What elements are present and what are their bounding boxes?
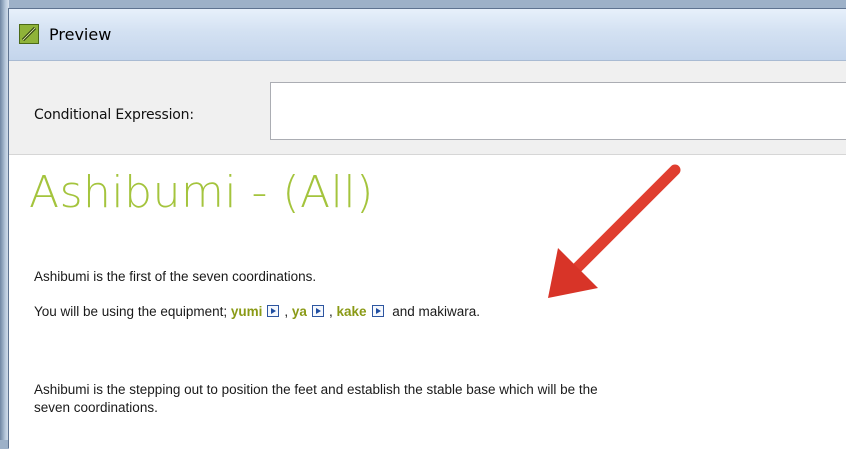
paragraph-stepping-line1: Ashibumi is the stepping out to position… — [34, 382, 598, 397]
play-icon[interactable] — [311, 305, 324, 317]
play-icon[interactable] — [267, 305, 280, 317]
conditional-expression-label: Conditional Expression: — [34, 107, 194, 123]
play-icon[interactable] — [371, 305, 384, 317]
term-link-ya[interactable]: ya — [292, 304, 307, 319]
pencil-app-icon — [19, 24, 39, 44]
conditional-toolbar: Conditional Expression: — [9, 61, 846, 155]
preview-content: Ashibumi - (All) Ashibumi is the first o… — [9, 155, 846, 449]
equipment-suffix: and makiwara. — [388, 304, 481, 319]
equipment-prefix: You will be using the equipment; — [34, 304, 231, 319]
page-heading: Ashibumi - (All) — [29, 167, 374, 218]
paragraph-stepping: Ashibumi is the stepping out to position… — [34, 381, 598, 417]
paragraph-equipment: You will be using the equipment; yumi, y… — [34, 304, 480, 319]
separator: , — [284, 304, 292, 319]
title-bar: Preview — [9, 9, 846, 61]
conditional-expression-input[interactable] — [270, 82, 846, 140]
preview-window: Preview Conditional Expression: Ashibumi… — [8, 8, 846, 449]
paragraph-stepping-line2: seven coordinations. — [34, 400, 158, 415]
term-link-yumi[interactable]: yumi — [231, 304, 263, 319]
paragraph-intro: Ashibumi is the first of the seven coord… — [34, 269, 317, 284]
window-title: Preview — [49, 25, 112, 44]
term-link-kake[interactable]: kake — [336, 304, 366, 319]
